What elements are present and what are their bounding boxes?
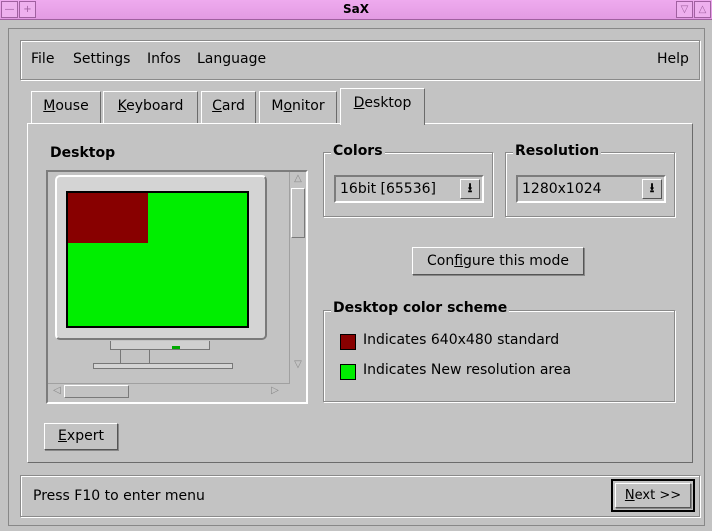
configure-mode-button[interactable]: Configure this mode	[412, 247, 584, 275]
horizontal-scroll-thumb[interactable]	[64, 385, 129, 398]
menu-bar: File Settings Infos Language Help	[20, 40, 700, 80]
standard-legend-label: Indicates 640x480 standard	[363, 332, 560, 348]
window-title: SaX	[343, 2, 369, 16]
new-resolution-color-swatch	[340, 364, 356, 380]
tab-card[interactable]: Card	[201, 91, 256, 123]
menu-language[interactable]: Language	[197, 51, 266, 67]
standard-color-swatch	[340, 334, 356, 350]
horizontal-scrollbar[interactable]: ◁ ▷	[48, 383, 289, 399]
resolution-select[interactable]: 1280x1024 ⭳	[516, 175, 666, 203]
minimize-icon[interactable]: ▽	[676, 1, 693, 18]
colors-select-value: 16bit [65536]	[340, 181, 436, 197]
tab-keyboard[interactable]: Keyboard	[103, 91, 198, 123]
colors-heading: Colors	[331, 143, 385, 159]
desktop-heading: Desktop	[50, 145, 116, 161]
color-scheme-heading: Desktop color scheme	[331, 300, 510, 316]
expert-button[interactable]: Expert	[44, 423, 118, 450]
color-scheme-group	[323, 310, 675, 402]
resolution-heading: Resolution	[513, 143, 602, 159]
monitor-stand	[93, 363, 233, 369]
scroll-left-icon[interactable]: ◁	[50, 385, 64, 399]
scroll-down-icon[interactable]: ▽	[291, 359, 305, 373]
scroll-up-icon[interactable]: △	[291, 173, 305, 187]
monitor-neck	[120, 350, 150, 364]
menu-infos[interactable]: Infos	[147, 51, 181, 67]
menu-file[interactable]: File	[31, 51, 54, 67]
tab-monitor[interactable]: Monitor	[259, 91, 337, 123]
tab-desktop[interactable]: Desktop	[340, 88, 425, 125]
tab-mouse[interactable]: Mouse	[31, 91, 101, 123]
vertical-scroll-thumb[interactable]	[291, 188, 305, 238]
maximize-icon[interactable]: △	[694, 1, 711, 18]
power-led	[172, 346, 180, 349]
standard-area	[68, 193, 148, 243]
vertical-scrollbar[interactable]: △ ▽	[289, 172, 306, 384]
menu-help[interactable]: Help	[657, 51, 689, 67]
next-button[interactable]: Next >>	[615, 483, 691, 508]
title-bar: — + SaX ▽ △	[0, 0, 712, 20]
dropdown-arrow-icon[interactable]: ⭳	[460, 179, 480, 199]
colors-select[interactable]: 16bit [65536] ⭳	[334, 175, 484, 203]
monitor-base	[110, 341, 210, 350]
resolution-select-value: 1280x1024	[522, 181, 602, 197]
scroll-right-icon[interactable]: ▷	[268, 385, 282, 399]
menu-settings[interactable]: Settings	[73, 51, 130, 67]
status-text: Press F10 to enter menu	[33, 488, 205, 504]
dropdown-arrow-icon[interactable]: ⭳	[642, 179, 662, 199]
new-resolution-legend-label: Indicates New resolution area	[363, 362, 572, 378]
